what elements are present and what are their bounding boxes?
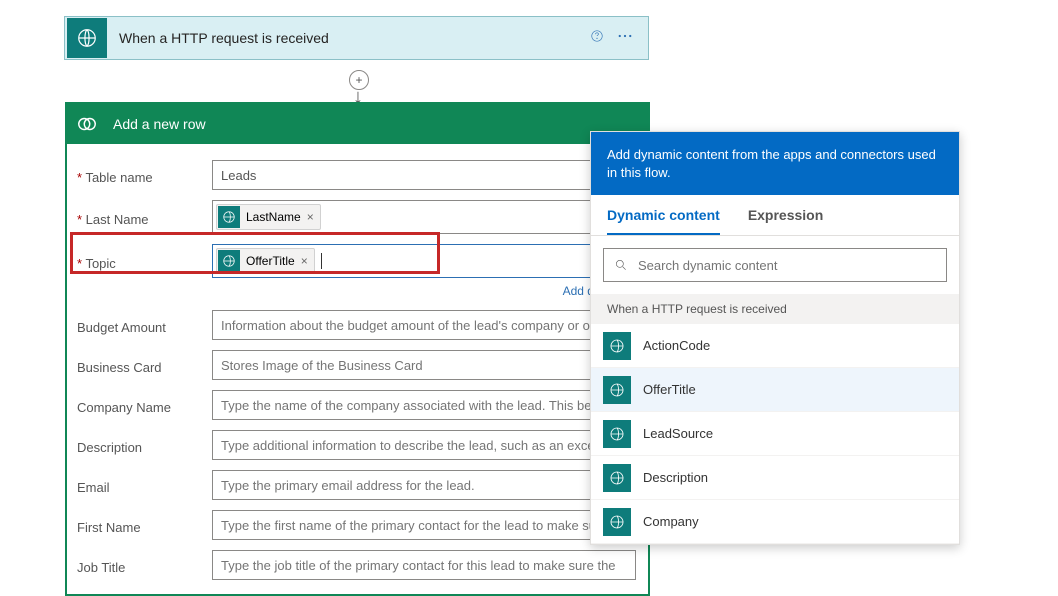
bizcard-input[interactable]: [212, 350, 636, 380]
dyn-item-description[interactable]: Description: [591, 456, 959, 500]
dynamic-banner: Add dynamic content from the apps and co…: [591, 132, 959, 195]
dataverse-icon: [67, 104, 107, 144]
search-icon: [614, 258, 628, 272]
company-input[interactable]: [212, 390, 636, 420]
http-globe-icon: [218, 206, 240, 228]
dyn-item-leadsource[interactable]: LeadSource: [591, 412, 959, 456]
token-label: OfferTitle: [246, 254, 295, 268]
tab-dynamic-content[interactable]: Dynamic content: [607, 207, 720, 235]
action-header[interactable]: Add a new row: [67, 104, 648, 144]
bizcard-label: Business Card: [77, 356, 212, 375]
dynamic-search[interactable]: [603, 248, 947, 282]
tab-expression[interactable]: Expression: [748, 207, 823, 235]
jobtitle-input[interactable]: [212, 550, 636, 580]
dynamic-content-panel: Add dynamic content from the apps and co…: [590, 131, 960, 545]
dyn-item-company[interactable]: Company: [591, 500, 959, 544]
text-cursor: [321, 253, 322, 269]
dyn-item-label: Company: [643, 514, 699, 529]
topic-input[interactable]: OfferTitle ×: [212, 244, 636, 278]
action-title: Add a new row: [107, 116, 206, 132]
company-label: Company Name: [77, 396, 212, 415]
http-globe-icon: [603, 376, 631, 404]
dyn-item-offertitle[interactable]: OfferTitle: [591, 368, 959, 412]
jobtitle-label: Job Title: [77, 556, 212, 575]
dynamic-section-header: When a HTTP request is received: [591, 294, 959, 324]
dyn-item-label: LeadSource: [643, 426, 713, 441]
dyn-item-label: Description: [643, 470, 708, 485]
firstname-input[interactable]: [212, 510, 636, 540]
http-globe-icon: [603, 332, 631, 360]
table-name-input[interactable]: [212, 160, 636, 190]
http-globe-icon: [603, 420, 631, 448]
remove-token-icon[interactable]: ×: [307, 210, 314, 224]
remove-token-icon[interactable]: ×: [301, 254, 308, 268]
dynamic-search-input[interactable]: [638, 258, 936, 273]
dyn-item-label: ActionCode: [643, 338, 710, 353]
dyn-item-label: OfferTitle: [643, 382, 696, 397]
budget-label: Budget Amount: [77, 316, 212, 335]
budget-input[interactable]: [212, 310, 636, 340]
http-globe-icon: [603, 464, 631, 492]
trigger-card[interactable]: When a HTTP request is received: [64, 16, 649, 60]
token-label: LastName: [246, 210, 301, 224]
topic-label: Topic: [77, 252, 212, 271]
last-name-label: Last Name: [77, 208, 212, 227]
description-input[interactable]: [212, 430, 636, 460]
email-input[interactable]: [212, 470, 636, 500]
action-card: Add a new row Table name Last Name LastN…: [65, 102, 650, 596]
firstname-label: First Name: [77, 516, 212, 535]
http-globe-icon: [603, 508, 631, 536]
lastname-token[interactable]: LastName ×: [216, 204, 321, 230]
email-label: Email: [77, 476, 212, 495]
offertitle-token[interactable]: OfferTitle ×: [216, 248, 315, 274]
last-name-input[interactable]: LastName ×: [212, 200, 636, 234]
http-globe-icon: [67, 18, 107, 58]
more-menu-icon[interactable]: [616, 27, 634, 50]
add-dynamic-content-link[interactable]: Add dynamic: [77, 278, 642, 300]
help-icon[interactable]: [590, 29, 604, 48]
trigger-title: When a HTTP request is received: [109, 30, 590, 46]
http-globe-icon: [218, 250, 240, 272]
dyn-item-actioncode[interactable]: ActionCode: [591, 324, 959, 368]
table-name-label: Table name: [77, 166, 212, 185]
description-label: Description: [77, 436, 212, 455]
